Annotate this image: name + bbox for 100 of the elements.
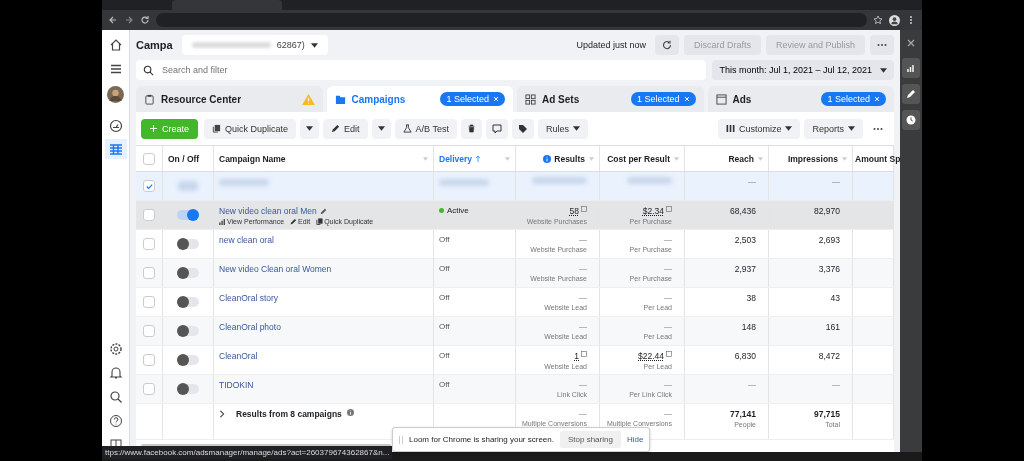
row-checkbox[interactable] [143,296,155,308]
column-header[interactable]: Amount Sp [855,153,901,164]
level-tab[interactable]: Ad Sets 1 Selected [517,86,704,112]
table-cell: — [664,380,672,389]
campaign-link[interactable]: New video clean oral Men [219,206,317,216]
totals-label: Results from 8 campaigns [236,409,342,419]
chart-icon[interactable] [902,58,920,78]
clock-icon[interactable] [902,110,920,130]
blurred-text [219,179,269,186]
table-cell: 2,937 [734,264,756,274]
refresh-button[interactable] [654,35,679,55]
expand-icon[interactable] [219,410,225,418]
level-tab[interactable]: Ads 1 Selected [707,86,894,112]
delete-button[interactable] [460,118,482,139]
notification-message: Loom for Chrome is sharing your screen. [409,435,554,444]
home-icon[interactable] [108,38,123,52]
toggle-switch[interactable] [177,239,199,249]
menu-icon[interactable] [108,62,123,76]
update-status: Updated just now [576,40,646,50]
toggle-switch[interactable] [177,268,199,278]
reload-icon[interactable] [140,15,150,25]
table-cell: 97,715 [814,409,840,419]
customize-button[interactable]: Customize [717,118,801,139]
back-icon[interactable] [108,15,118,25]
table-cell: $22.44 [638,351,664,361]
dropdown-button[interactable] [300,118,320,139]
column-header[interactable]: On / Off [168,153,200,164]
selection-badge[interactable]: 1 Selected [630,92,696,106]
search-field[interactable]: Search and filter [136,60,707,80]
more-icon [873,126,883,131]
table-cell: — [664,264,672,273]
campaign-link[interactable]: New video Clean oral Women [219,264,332,274]
ab-test-button[interactable]: A/B Test [394,118,457,139]
column-header[interactable]: Reach [728,153,754,164]
table-cell: 6,830 [734,351,756,361]
pencil-icon[interactable] [902,84,920,104]
pencil-icon [331,124,341,133]
stop-sharing-button[interactable]: Stop sharing [559,431,621,448]
more-icon [877,43,887,47]
row-checkbox[interactable] [143,180,155,192]
gauge-icon[interactable] [108,119,123,133]
column-header[interactable]: Campaign Name [219,153,286,164]
bell-icon[interactable] [108,366,123,380]
table-row[interactable]: — — [136,172,894,201]
pencil-icon[interactable] [319,207,327,215]
star-icon[interactable] [873,15,883,25]
toggle-switch[interactable] [177,326,199,336]
table-cell: — [664,322,672,331]
reports-button[interactable]: Reports [804,118,863,139]
table-cell: — [664,235,672,244]
table-icon[interactable] [104,139,127,159]
row-checkbox[interactable] [143,354,155,366]
row-checkbox[interactable] [143,238,155,250]
avatar[interactable] [107,86,124,103]
forward-icon[interactable] [124,15,134,25]
folder-icon [334,93,346,105]
level-tab[interactable]: Campaigns 1 Selected [326,86,513,112]
compare-icon[interactable] [666,351,672,357]
quick-duplicate-button[interactable]: Quick Duplicate [204,118,297,139]
table-cell: 161 [825,322,840,332]
campaign-link[interactable]: TIDOKIN [219,380,254,390]
selection-badge[interactable]: 1 Selected [440,92,505,106]
edit-button[interactable]: Edit [323,118,368,139]
column-header[interactable]: Impressions [787,153,838,164]
hide-button[interactable]: Hide [626,435,644,444]
toggle-switch[interactable] [177,384,199,394]
column-header[interactable]: Delivery [439,153,473,164]
campaign-link[interactable]: CleanOral story [219,293,279,303]
dropdown-button[interactable] [371,118,391,139]
row-checkbox[interactable] [143,325,155,337]
close-icon[interactable] [906,38,916,48]
help-icon[interactable] [108,414,123,428]
account-dropdown[interactable]: 62867) [181,35,328,55]
table-cell: — [832,177,840,186]
date-range-button[interactable]: This month: Jul 1, 2021 – Jul 12, 2021 [712,60,894,80]
row-checkbox[interactable] [143,209,155,221]
settings-icon[interactable] [108,342,123,356]
campaign-link[interactable]: new clean oral [219,235,274,245]
column-header[interactable]: Cost per Result [607,153,670,164]
toggle-switch[interactable] [177,297,199,307]
column-header[interactable]: Results [554,153,585,164]
blurred-toggle [178,181,198,191]
level-tab[interactable]: Resource Center [136,86,323,112]
campaign-link[interactable]: CleanOral [219,351,258,361]
row-checkbox[interactable] [143,383,155,395]
select-all-checkbox[interactable] [143,152,155,165]
rules-button[interactable]: Rules [537,118,588,139]
row-checkbox[interactable] [143,267,155,279]
profile-icon[interactable] [889,14,900,26]
table-cell: 38 [746,293,756,303]
search-icon[interactable] [108,390,123,404]
speech-bubble-icon [491,123,502,134]
compare-icon[interactable] [581,351,587,357]
table-cell: — [579,264,587,273]
caret-icon [306,126,314,131]
tag-button[interactable] [511,118,534,139]
toggle-switch[interactable] [177,355,199,365]
toggle-switch[interactable] [177,210,199,220]
selection-badge[interactable]: 1 Selected [821,92,886,106]
campaign-link[interactable]: CleanOral photo [219,322,281,332]
